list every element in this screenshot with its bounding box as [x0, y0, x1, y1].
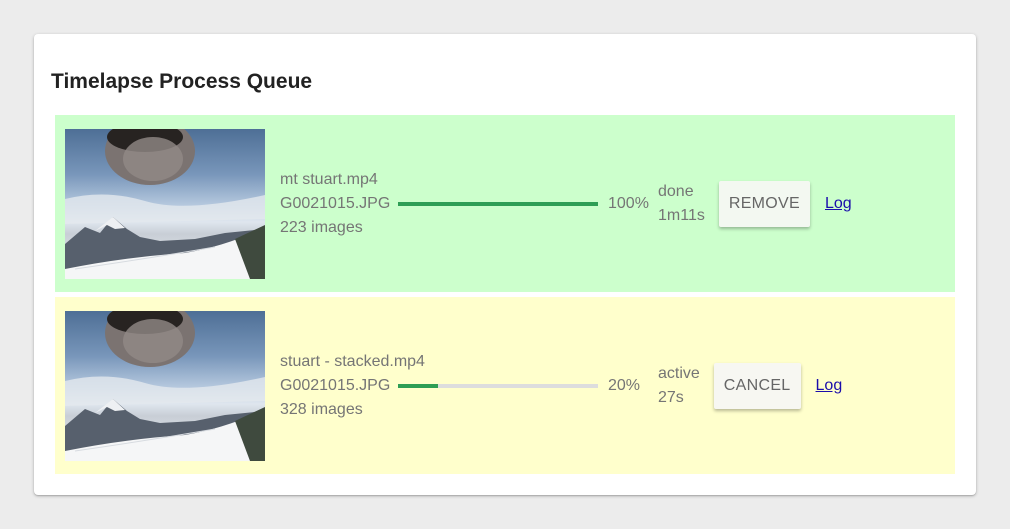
output-filename: stuart - stacked.mp4 — [280, 352, 425, 370]
queue-item: mt stuart.mp4 G0021015.JPG 223 images 10… — [55, 115, 955, 292]
cancel-button[interactable]: CANCEL — [713, 362, 801, 409]
source-filename: G0021015.JPG — [280, 194, 391, 212]
timelapse-thumbnail — [65, 310, 265, 461]
job-info: mt stuart.mp4 G0021015.JPG 223 images — [280, 168, 398, 240]
progress-fill — [398, 383, 438, 388]
progress-percent: 100% — [608, 194, 649, 212]
job-status: done 1m11s — [658, 180, 705, 228]
progress-percent: 20% — [608, 376, 641, 394]
job-info: stuart - stacked.mp4 G0021015.JPG 328 im… — [280, 350, 425, 422]
job-status: active 27s — [658, 362, 700, 410]
log-link[interactable]: Log — [825, 195, 852, 213]
queue-item: stuart - stacked.mp4 G0021015.JPG 328 im… — [55, 297, 955, 474]
elapsed-time: 1m11s — [658, 206, 705, 224]
progress-bar — [398, 201, 598, 206]
status-label: active — [658, 364, 700, 382]
progress-fill — [398, 201, 598, 206]
source-filename: G0021015.JPG — [280, 376, 391, 394]
timelapse-thumbnail — [65, 128, 265, 279]
log-link[interactable]: Log — [816, 377, 843, 395]
image-count: 223 images — [280, 218, 363, 236]
page-title: Timelapse Process Queue — [51, 70, 313, 93]
queue-card: Timelapse Process Queue mt stuart.mp4 G0… — [34, 34, 976, 495]
status-label: done — [658, 182, 694, 200]
progress-bar — [398, 383, 598, 388]
elapsed-time: 27s — [658, 388, 684, 406]
remove-button[interactable]: REMOVE — [718, 180, 810, 227]
output-filename: mt stuart.mp4 — [280, 170, 378, 188]
image-count: 328 images — [280, 400, 363, 418]
